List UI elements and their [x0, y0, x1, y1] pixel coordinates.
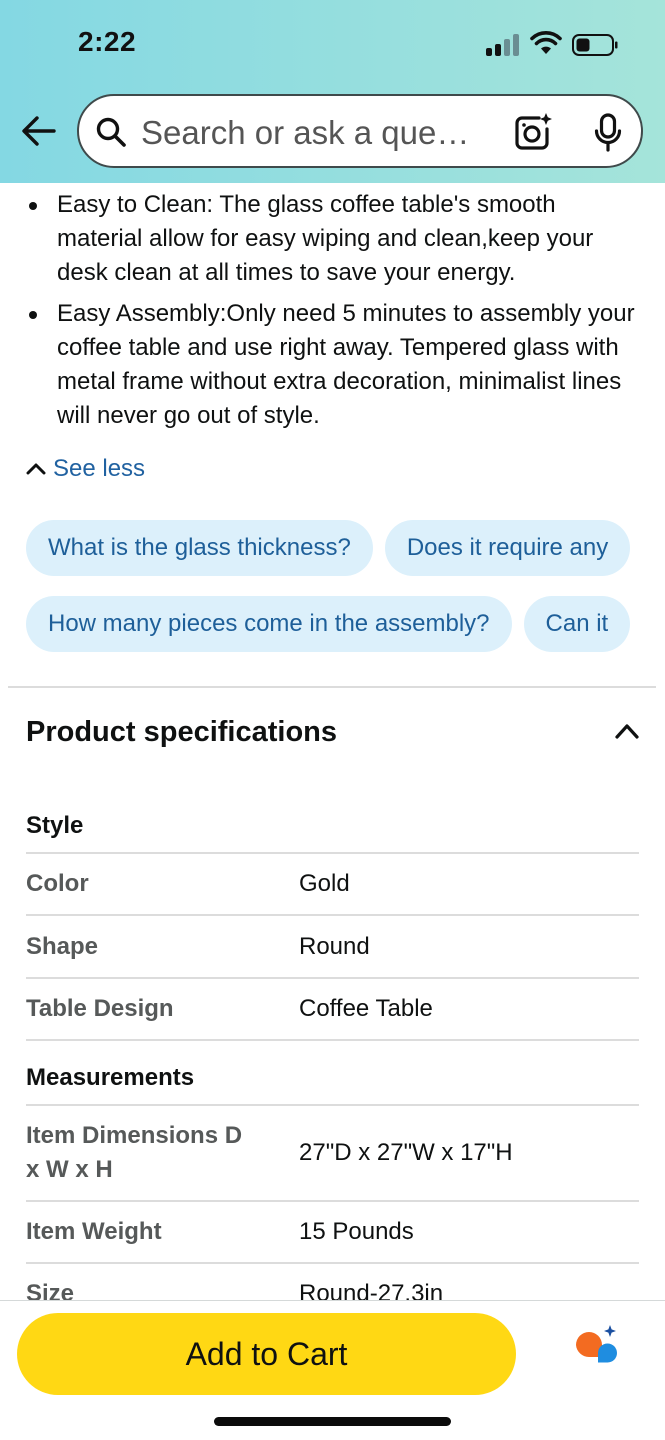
question-chip[interactable]: How many pieces come in the assembly? [26, 596, 512, 652]
battery-icon [572, 34, 618, 56]
bottom-action-bar: Add to Cart [0, 1300, 665, 1440]
spec-value: Coffee Table [299, 995, 433, 1022]
spec-group-style: Style [26, 812, 84, 839]
spec-group-measurements: Measurements [26, 1064, 195, 1091]
spec-row-table-design: Table Design Coffee Table [26, 977, 639, 1039]
camera-lens-icon[interactable] [513, 112, 553, 152]
spec-row-item-weight: Item Weight 15 Pounds [26, 1200, 639, 1262]
search-bar[interactable]: Search or ask a que… [77, 94, 643, 168]
suggested-questions-row: How many pieces come in the assembly? Can… [26, 596, 639, 652]
see-less-link[interactable]: See less [26, 455, 145, 483]
back-arrow-icon[interactable] [20, 112, 58, 150]
section-divider [8, 686, 656, 688]
product-specifications-heading[interactable]: Product specifications [26, 716, 337, 749]
suggested-questions-row: What is the glass thickness? Does it requ… [26, 520, 639, 576]
search-input[interactable]: Search or ask a que… [141, 114, 469, 152]
add-to-cart-button[interactable]: Add to Cart [17, 1313, 516, 1395]
spec-label: Item Dimensions D x W x H [26, 1122, 243, 1183]
chevron-up-icon [26, 463, 46, 475]
spec-label: Item Weight [26, 1218, 162, 1245]
chevron-up-icon[interactable] [614, 722, 640, 740]
spec-row-shape: Shape Round [26, 914, 639, 977]
app-header: 2:22 Search or ask a que… [0, 0, 665, 183]
cellular-signal-icon [486, 34, 520, 56]
spec-row-color: Color Gold [26, 852, 639, 914]
home-indicator [214, 1417, 451, 1426]
description-bullet: Easy Assembly:Only need 5 minutes to ass… [26, 297, 636, 434]
product-description-list: Easy to Clean: The glass coffee table's … [26, 188, 636, 439]
question-chip[interactable]: Does it require any [384, 520, 631, 576]
spec-value: Round [299, 932, 370, 960]
question-chip[interactable]: What is the glass thickness? [26, 520, 373, 576]
rufus-icon[interactable] [572, 1323, 620, 1365]
question-chip[interactable]: Can it [523, 596, 631, 652]
status-time: 2:22 [78, 26, 137, 57]
spec-row-item-dimensions: Item Dimensions D x W x H 27"D x 27"W x … [26, 1104, 639, 1200]
spec-label: Color [26, 870, 89, 897]
spec-value: 27"D x 27"W x 17"H [299, 1139, 513, 1166]
see-less-label: See less [53, 455, 146, 482]
wifi-icon [530, 31, 562, 54]
spec-label: Table Design [26, 995, 174, 1022]
spec-value: 15 Pounds [299, 1218, 414, 1245]
description-bullet: Easy to Clean: The glass coffee table's … [26, 188, 636, 291]
microphone-icon[interactable] [593, 113, 623, 153]
spec-label: Shape [26, 932, 99, 960]
search-icon [96, 117, 126, 147]
spec-value: Gold [299, 870, 350, 897]
spec-divider [26, 1039, 639, 1041]
